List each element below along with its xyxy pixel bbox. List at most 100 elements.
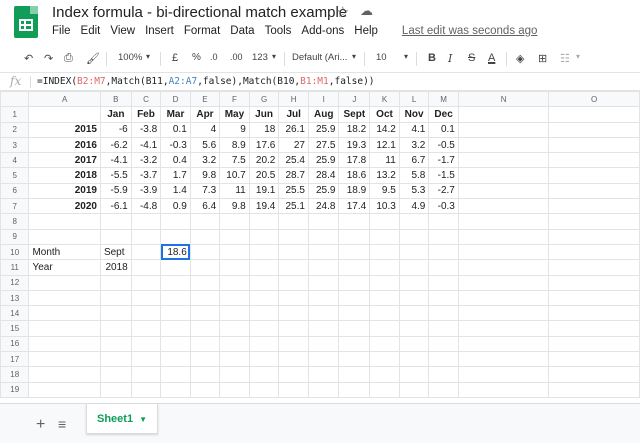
cell[interactable] (548, 305, 640, 322)
column-header-g[interactable]: G (248, 91, 280, 108)
cell[interactable] (248, 228, 280, 245)
cell[interactable]: 19.4 (248, 198, 280, 215)
cell[interactable]: 0.9 (160, 198, 191, 215)
cell[interactable] (307, 259, 340, 276)
month-header-cell[interactable]: Dec (428, 106, 459, 123)
cell[interactable] (548, 106, 640, 123)
cell[interactable]: 18.6 (338, 167, 371, 184)
font-caret-icon[interactable]: ▾ (352, 52, 356, 61)
menu-data[interactable]: Data (230, 25, 254, 37)
cell[interactable] (457, 136, 550, 154)
cell[interactable] (130, 335, 162, 353)
text-color-button[interactable]: A (488, 52, 495, 64)
cell[interactable] (369, 381, 400, 398)
decrease-decimal-button[interactable]: .0 (210, 52, 218, 62)
cell[interactable] (99, 228, 132, 245)
cell[interactable]: 28.4 (307, 167, 340, 184)
cell[interactable] (307, 320, 340, 337)
cell[interactable] (99, 351, 132, 368)
cell[interactable] (338, 351, 371, 368)
italic-button[interactable]: I (448, 52, 452, 65)
month-header-cell[interactable]: Mar (160, 106, 191, 123)
cell[interactable]: 25.9 (307, 182, 340, 200)
cell[interactable]: 18.2 (338, 121, 371, 138)
cell[interactable]: 0.4 (160, 152, 191, 169)
cell[interactable] (369, 289, 400, 307)
cell[interactable]: -0.5 (428, 136, 459, 154)
cell[interactable]: 18.9 (338, 182, 371, 200)
undo-icon[interactable]: ↶ (24, 52, 33, 65)
bold-button[interactable]: B (428, 52, 436, 64)
cell[interactable] (189, 289, 221, 307)
cell[interactable]: 25.9 (307, 152, 340, 169)
cell[interactable] (219, 243, 250, 261)
menu-help[interactable]: Help (354, 25, 378, 37)
cell[interactable] (338, 274, 371, 291)
row-header[interactable]: 10 (0, 243, 30, 261)
cell[interactable] (278, 289, 309, 307)
row-header[interactable]: 16 (0, 335, 30, 353)
cell[interactable]: 28.7 (278, 167, 309, 184)
row-header[interactable]: 18 (0, 366, 30, 383)
cell[interactable] (428, 289, 459, 307)
sheets-logo-icon[interactable] (14, 6, 38, 38)
cell[interactable] (278, 213, 309, 230)
cell[interactable] (248, 213, 280, 230)
cell[interactable] (160, 305, 191, 322)
cell[interactable] (278, 243, 309, 261)
cell[interactable] (548, 228, 640, 245)
cell[interactable] (160, 351, 191, 368)
cell[interactable] (457, 274, 550, 291)
cell[interactable] (398, 228, 430, 245)
cell[interactable] (369, 320, 400, 337)
cell[interactable] (219, 335, 250, 353)
merge-caret-icon[interactable]: ▾ (576, 52, 580, 61)
cell[interactable] (160, 335, 191, 353)
cell[interactable] (338, 259, 371, 276)
cell[interactable] (160, 381, 191, 398)
cell[interactable] (428, 351, 459, 368)
cell[interactable] (307, 366, 340, 383)
cell[interactable]: -3.7 (130, 167, 162, 184)
cell[interactable] (307, 213, 340, 230)
cell[interactable] (338, 213, 371, 230)
cell[interactable] (548, 351, 640, 368)
cell[interactable] (338, 381, 371, 398)
cell[interactable]: -3.2 (130, 152, 162, 169)
cell[interactable] (548, 121, 640, 138)
cell[interactable]: 19.3 (338, 136, 371, 154)
cell[interactable] (278, 274, 309, 291)
cell[interactable] (130, 243, 162, 261)
cell[interactable] (28, 320, 101, 337)
column-header-k[interactable]: K (369, 91, 400, 108)
cell[interactable] (307, 335, 340, 353)
cell[interactable]: 14.2 (369, 121, 400, 138)
font-size-caret-icon[interactable]: ▾ (404, 52, 408, 61)
cell[interactable] (428, 228, 459, 245)
cell[interactable]: -0.3 (160, 136, 191, 154)
cell[interactable]: 5.6 (189, 136, 221, 154)
cell[interactable] (307, 381, 340, 398)
row-header[interactable]: 6 (0, 182, 30, 200)
cell[interactable] (28, 228, 101, 245)
row-header[interactable]: 3 (0, 136, 30, 154)
cell[interactable] (457, 305, 550, 322)
cell[interactable] (28, 351, 101, 368)
cell[interactable] (548, 213, 640, 230)
cell[interactable]: -5.5 (99, 167, 132, 184)
cell[interactable] (248, 305, 280, 322)
cell[interactable] (130, 381, 162, 398)
row-header[interactable]: 2 (0, 121, 30, 138)
cell[interactable] (160, 213, 191, 230)
print-icon[interactable]: ⎙ (64, 52, 73, 65)
strikethrough-button[interactable]: S (468, 52, 475, 64)
cell[interactable] (278, 228, 309, 245)
cell[interactable] (278, 381, 309, 398)
cell[interactable] (248, 351, 280, 368)
cell[interactable]: -4.1 (99, 152, 132, 169)
merge-cells-icon[interactable]: ☷ (560, 52, 570, 65)
cell[interactable]: 6.7 (398, 152, 430, 169)
cell[interactable]: -1.5 (428, 167, 459, 184)
menu-addons[interactable]: Add-ons (301, 25, 344, 37)
cell[interactable] (369, 305, 400, 322)
